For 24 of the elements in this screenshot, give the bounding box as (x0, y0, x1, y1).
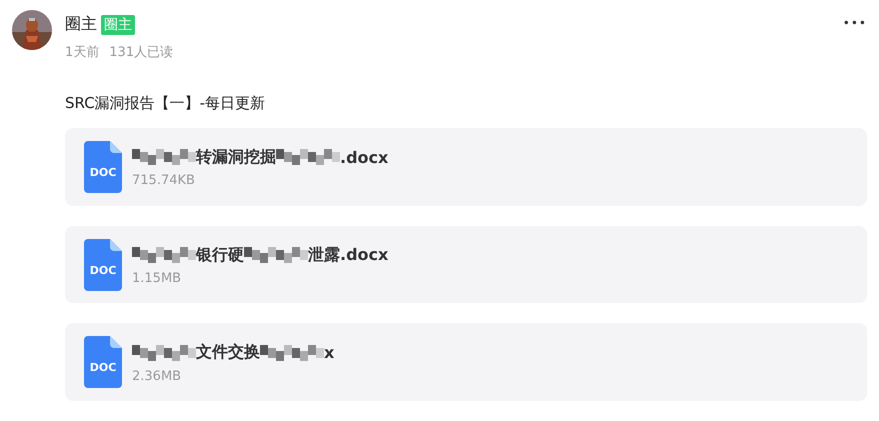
document-icon (84, 336, 122, 388)
post-title: SRC漏洞报告【一】-每日更新 (65, 94, 266, 113)
file-name-fragment: 转漏洞挖掘 (196, 146, 276, 168)
file-card[interactable]: DOC 文件交换 x 2.36MB (65, 323, 867, 402)
author-name: 圈主 (65, 14, 97, 35)
file-type-label: DOC (88, 361, 118, 374)
file-name-fragment: .docx (340, 148, 388, 167)
document-icon (84, 140, 122, 193)
file-name-fragment: 文件交换 (196, 342, 260, 364)
file-card[interactable]: DOC 银行硬 泄露.docx 1.15MB (65, 226, 867, 304)
document-icon (84, 238, 122, 290)
file-card[interactable]: DOC 转漏洞挖掘 .docx 715.74KB (65, 128, 867, 206)
file-size: 2.36MB (132, 368, 182, 384)
post-time: 1天前 (65, 44, 100, 61)
more-button[interactable]: ••• (842, 16, 867, 30)
file-size: 715.74KB (132, 173, 196, 188)
file-type-label: DOC (88, 264, 118, 276)
file-size: 1.15MB (132, 271, 182, 286)
file-name-fragment: x (324, 343, 334, 362)
file-type-label: DOC (88, 166, 118, 179)
read-count: 131人已读 (109, 44, 174, 61)
file-name-fragment: 银行硬 (196, 244, 244, 266)
file-name-fragment: 泄露.docx (308, 244, 388, 266)
owner-badge: 圈主 (101, 14, 135, 34)
